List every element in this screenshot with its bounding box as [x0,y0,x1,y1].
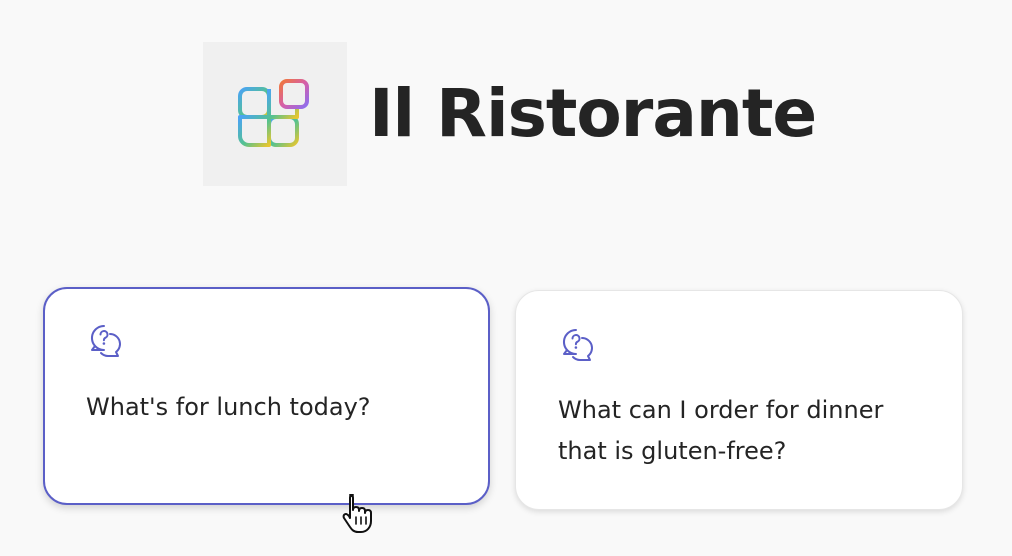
prompt-text: What can I order for dinner that is glut… [558,396,884,465]
app-header: Il Ristorante [203,42,817,186]
app-title: Il Ristorante [369,75,817,152]
chat-question-icon [562,328,593,361]
prompt-card-dinner[interactable]: What can I order for dinner that is glut… [515,290,963,510]
apps-grid-icon [238,79,309,147]
chat-question-icon [90,324,121,357]
app-logo [203,42,347,186]
hand-pointer-icon [342,494,372,533]
prompt-card-lunch[interactable]: What's for lunch today? [43,287,490,505]
prompt-text: What's for lunch today? [86,393,371,421]
